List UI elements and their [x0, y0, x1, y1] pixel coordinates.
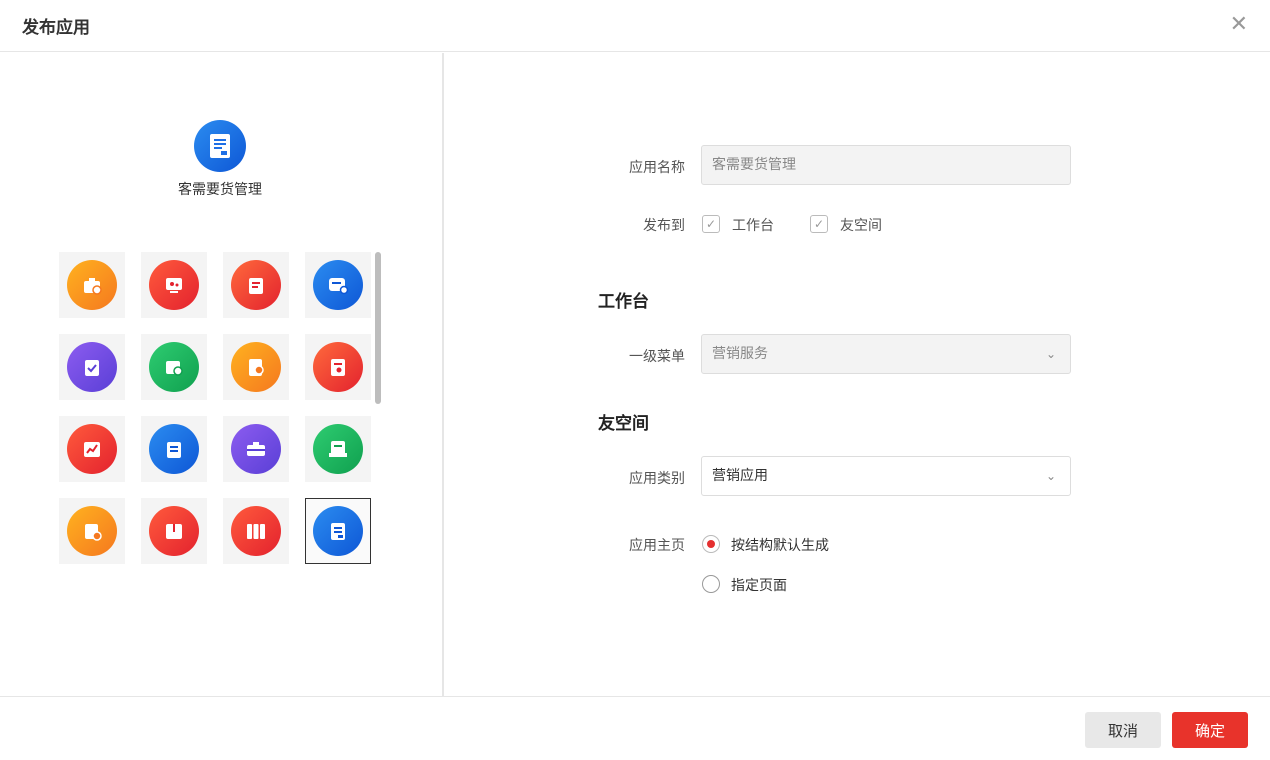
- briefcase-chart-icon: [67, 260, 117, 310]
- dialog-footer: 取消 确定: [0, 696, 1270, 760]
- chat-gear-icon: [313, 260, 363, 310]
- menu-select[interactable]: 营销服务 ⌄: [701, 334, 1071, 374]
- menu-label: 一级菜单: [629, 349, 685, 365]
- homepage-default-radio[interactable]: [702, 535, 720, 553]
- category-label: 应用类别: [629, 471, 685, 487]
- icon-option[interactable]: [59, 334, 125, 400]
- publish-friend-space-label: 友空间: [840, 218, 882, 234]
- menu-select-value: 营销服务: [712, 346, 768, 362]
- document-list-icon: [313, 506, 363, 556]
- app-name-input[interactable]: 客需要货管理: [701, 145, 1071, 185]
- icon-option[interactable]: [59, 416, 125, 482]
- icon-option[interactable]: [223, 252, 289, 318]
- icon-option[interactable]: [141, 334, 207, 400]
- icon-grid-scrollbar[interactable]: [375, 252, 381, 404]
- icon-option[interactable]: [305, 252, 371, 318]
- clipboard-edit-icon: [231, 260, 281, 310]
- icon-option[interactable]: [59, 252, 125, 318]
- icon-panel: 客需要货管理: [0, 53, 442, 696]
- section-workbench-title: 工作台: [598, 292, 649, 312]
- publish-workbench-checkbox[interactable]: ✓: [702, 215, 720, 233]
- cancel-button[interactable]: 取消: [1085, 712, 1161, 748]
- folder-gear-icon: [149, 342, 199, 392]
- chevron-down-icon: ⌄: [1045, 469, 1056, 483]
- box-icon: [149, 506, 199, 556]
- icon-option[interactable]: [223, 334, 289, 400]
- form-panel: 应用名称 客需要货管理 发布到 ✓ 工作台 ✓ 友空间 工作台 一级菜单 营销服…: [444, 53, 1270, 696]
- monitor-gear-icon: [149, 260, 199, 310]
- selected-app-name: 客需要货管理: [178, 182, 262, 198]
- clipboard-check-icon: [67, 342, 117, 392]
- file-gear-icon: [231, 342, 281, 392]
- homepage-default-label: 按结构默认生成: [731, 538, 829, 554]
- publish-friend-space-checkbox[interactable]: ✓: [810, 215, 828, 233]
- category-select[interactable]: 营销应用 ⌄: [701, 456, 1071, 496]
- icon-option[interactable]: [141, 498, 207, 564]
- chevron-down-icon: ⌄: [1045, 347, 1056, 361]
- section-friend-space-title: 友空间: [598, 414, 649, 434]
- publish-to-label: 发布到: [643, 218, 685, 234]
- binders-icon: [231, 506, 281, 556]
- icon-option[interactable]: [305, 498, 371, 564]
- icon-option[interactable]: [223, 498, 289, 564]
- selected-app-icon: [194, 120, 246, 172]
- publish-workbench-label: 工作台: [732, 218, 774, 234]
- book-document-icon: [313, 424, 363, 474]
- homepage-label: 应用主页: [629, 538, 685, 554]
- dialog-header: 发布应用 ✕: [0, 0, 1270, 52]
- document-gear-icon: [313, 342, 363, 392]
- clipboard-list-icon: [149, 424, 199, 474]
- icon-option[interactable]: [141, 416, 207, 482]
- toolbox-icon: [231, 424, 281, 474]
- report-chart-icon: [67, 424, 117, 474]
- icon-option[interactable]: [223, 416, 289, 482]
- category-select-value: 营销应用: [712, 468, 768, 484]
- icon-option[interactable]: [305, 416, 371, 482]
- app-name-label: 应用名称: [629, 160, 685, 176]
- confirm-button[interactable]: 确定: [1172, 712, 1248, 748]
- close-icon[interactable]: ✕: [1230, 11, 1248, 39]
- icon-option[interactable]: [141, 252, 207, 318]
- icon-option[interactable]: [59, 498, 125, 564]
- clipboard-add-icon: [67, 506, 117, 556]
- homepage-custom-label: 指定页面: [731, 578, 787, 594]
- homepage-custom-radio[interactable]: [702, 575, 720, 593]
- icon-option[interactable]: [305, 334, 371, 400]
- dialog-title: 发布应用: [22, 18, 90, 38]
